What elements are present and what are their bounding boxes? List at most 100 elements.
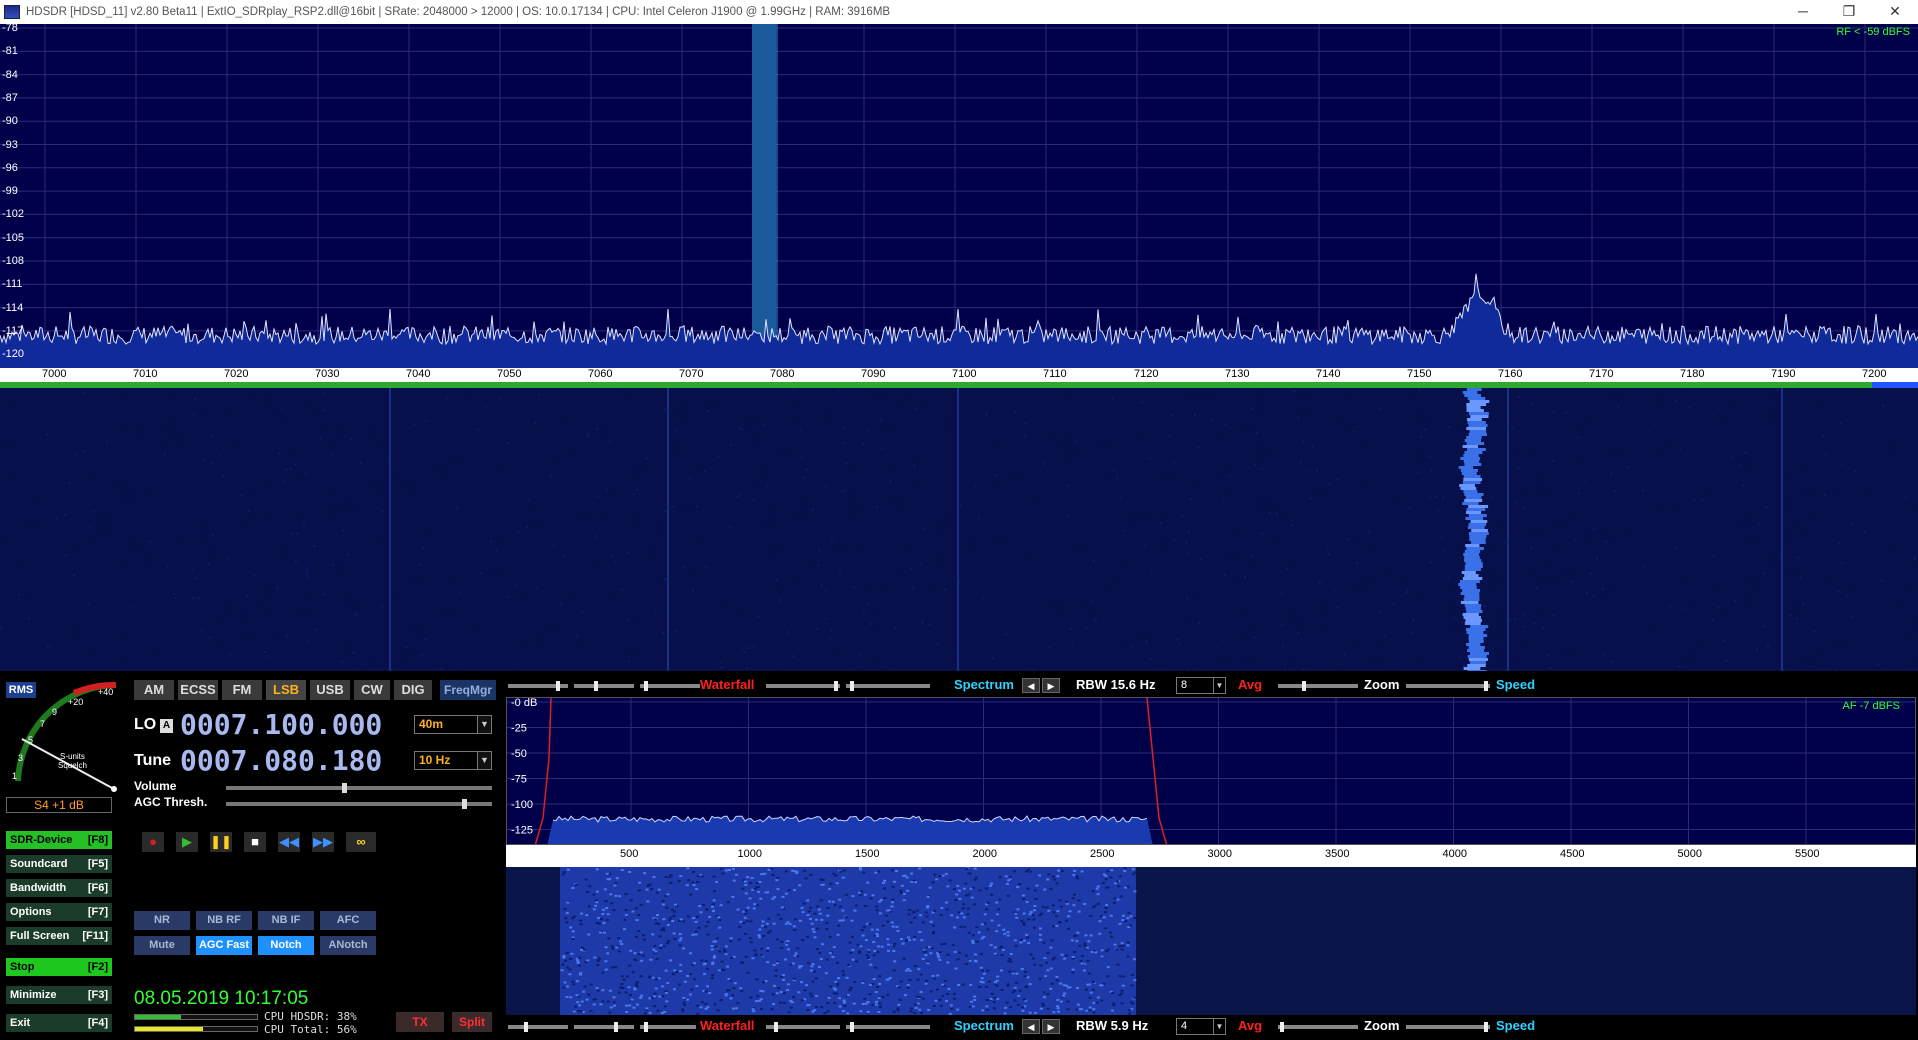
volume-label: Volume (134, 779, 177, 793)
af-x-tick: 1500 (855, 848, 880, 860)
mode-fm-button[interactable]: FM (222, 680, 262, 700)
exit-button[interactable]: Exit [F4] (6, 1014, 112, 1032)
s-scale-5: 5 (28, 735, 33, 745)
rf-spectrum-slider-2[interactable] (846, 681, 930, 691)
cpu-hdsdr-bar (134, 1014, 258, 1020)
soundcard-button[interactable]: Soundcard [F5] (6, 855, 112, 873)
pause-button[interactable]: ❚❚ (210, 832, 232, 852)
rf-waterfall-slider-2[interactable] (574, 681, 634, 691)
minimize-app-button[interactable]: Minimize [F3] (6, 986, 112, 1004)
minimize-button[interactable]: ─ (1780, 0, 1826, 24)
nb-if-button[interactable]: NB IF (258, 911, 314, 930)
mode-am-button[interactable]: AM (134, 680, 174, 700)
rf-waterfall-slider-1[interactable] (508, 681, 568, 691)
nb-rf-button[interactable]: NB RF (196, 911, 252, 930)
rf-y-tick: -84 (2, 68, 18, 81)
af-spectrum-display[interactable]: -0 dB -25 -50 -75 -100 -125 (506, 697, 1916, 845)
s-scale-40: +40 (98, 687, 113, 697)
options-button[interactable]: Options [F7] (6, 903, 112, 921)
notch-button[interactable]: Notch (258, 936, 314, 955)
rf-waterfall-display[interactable] (0, 388, 1918, 671)
rf-spectrum-display[interactable]: -78 -81 -84 -87 -90 -93 -96 -99 -102 -105 -108 -111… (0, 24, 1918, 368)
bandwidth-button[interactable]: Bandwidth [F6] (6, 879, 112, 897)
af-zoom-slider[interactable] (1278, 1022, 1358, 1032)
rf-y-tick: -81 (2, 45, 18, 58)
rf-speed-slider[interactable] (1406, 681, 1490, 691)
step-select[interactable]: 10 Hz ▼ (414, 751, 492, 770)
rf-x-tick: 7050 (497, 368, 522, 380)
af-waterfall-display[interactable] (506, 867, 1916, 1015)
rf-next-button[interactable]: ▶ (1042, 678, 1060, 693)
hdsdr-window: HDSDR [HDSD_11] v2.80 Beta11 | ExtIO_SDR… (0, 0, 1918, 1040)
af-spectrum-slider-2[interactable] (846, 1022, 930, 1032)
lo-label: LO (134, 716, 157, 733)
tx-button[interactable]: TX (396, 1012, 444, 1032)
nr-button[interactable]: NR (134, 911, 190, 930)
af-waterfall-slider-2[interactable] (574, 1022, 634, 1032)
agc-thresh-slider[interactable] (226, 799, 492, 809)
rf-y-tick: -120 (2, 348, 25, 361)
rewind-icon: ◀◀ (279, 834, 299, 849)
rf-y-tick: -90 (2, 115, 18, 128)
record-button[interactable]: ● (142, 832, 164, 852)
mode-dig-button[interactable]: DIG (394, 680, 432, 700)
af-x-tick: 4000 (1442, 848, 1467, 860)
af-waterfall-slider-1[interactable] (508, 1022, 568, 1032)
close-button[interactable]: ✕ (1872, 0, 1918, 24)
rms-button[interactable]: RMS (6, 682, 36, 698)
freqmgr-button[interactable]: FreqMgr (440, 680, 496, 700)
af-spectrum-slider-1[interactable] (766, 1022, 840, 1032)
af-prev-button[interactable]: ◀ (1022, 1019, 1040, 1034)
af-avg-select[interactable]: 4 ▼ (1176, 1018, 1226, 1035)
rf-x-tick: 7110 (1043, 368, 1067, 380)
afc-button[interactable]: AFC (320, 911, 376, 930)
anotch-button[interactable]: ANotch (320, 936, 376, 955)
rf-y-tick: -87 (2, 91, 18, 104)
mode-cw-button[interactable]: CW (354, 680, 390, 700)
rf-waterfall-slider-3[interactable] (640, 681, 700, 691)
mode-usb-button[interactable]: USB (310, 680, 350, 700)
rf-prev-button[interactable]: ◀ (1022, 678, 1040, 693)
stop-playback-button[interactable]: ■ (244, 832, 266, 852)
sdr-device-button[interactable]: SDR-Device [F8] (6, 831, 112, 849)
af-waterfall-slider-3[interactable] (640, 1022, 696, 1032)
s-scale-9: 9 (52, 707, 57, 717)
chevron-down-icon: ▼ (1213, 678, 1225, 693)
volume-slider[interactable] (226, 783, 492, 793)
restore-button[interactable]: ❐ (1826, 0, 1872, 24)
mode-lsb-button[interactable]: LSB (266, 680, 306, 700)
cpu-total-label: CPU Total: 56% (264, 1023, 357, 1036)
tune-frequency[interactable]: 0007.080.180 (180, 744, 382, 777)
af-y-tick: -100 (511, 799, 533, 811)
stop-icon: ■ (251, 834, 259, 849)
stop-button[interactable]: Stop [F2] (6, 958, 112, 976)
loop-button[interactable]: ∞ (346, 832, 376, 852)
af-speed-slider[interactable] (1406, 1022, 1490, 1032)
mode-ecss-button[interactable]: ECSS (178, 680, 218, 700)
lo-a-toggle[interactable]: A (160, 719, 173, 733)
s-scale-20: +20 (68, 697, 83, 707)
rf-avg-select[interactable]: 8 ▼ (1176, 677, 1226, 694)
cpu-total-bar (134, 1026, 258, 1032)
rf-spectrum-slider-1[interactable] (766, 681, 840, 691)
af-x-tick: 5500 (1795, 848, 1820, 860)
af-x-tick: 2000 (972, 848, 997, 860)
af-x-tick: 3500 (1325, 848, 1350, 860)
mute-button[interactable]: Mute (134, 936, 190, 955)
rewind-button[interactable]: ◀◀ (278, 832, 300, 852)
agc-fast-button[interactable]: AGC Fast (196, 936, 252, 955)
rf-zoom-slider[interactable] (1278, 681, 1358, 691)
band-select[interactable]: 40m ▼ (414, 715, 492, 734)
split-button[interactable]: Split (452, 1012, 492, 1032)
af-spectrum-plot: -0 dB -25 -50 -75 -100 -125 (507, 698, 1915, 844)
rf-y-tick: -102 (2, 208, 25, 221)
forward-button[interactable]: ▶▶ (312, 832, 334, 852)
forward-icon: ▶▶ (313, 834, 333, 849)
s-scale-1: 1 (12, 771, 17, 781)
af-next-button[interactable]: ▶ (1042, 1019, 1060, 1034)
lo-frequency[interactable]: 0007.100.000 (180, 708, 382, 741)
fullscreen-button[interactable]: Full Screen [F11] (6, 927, 112, 945)
af-frequency-axis[interactable]: 500 1000 1500 2000 2500 3000 3500 4000 4500 5000 5… (506, 845, 1916, 867)
arrow-left-icon: ◀ (1027, 1022, 1035, 1032)
play-button[interactable]: ▶ (176, 832, 198, 852)
